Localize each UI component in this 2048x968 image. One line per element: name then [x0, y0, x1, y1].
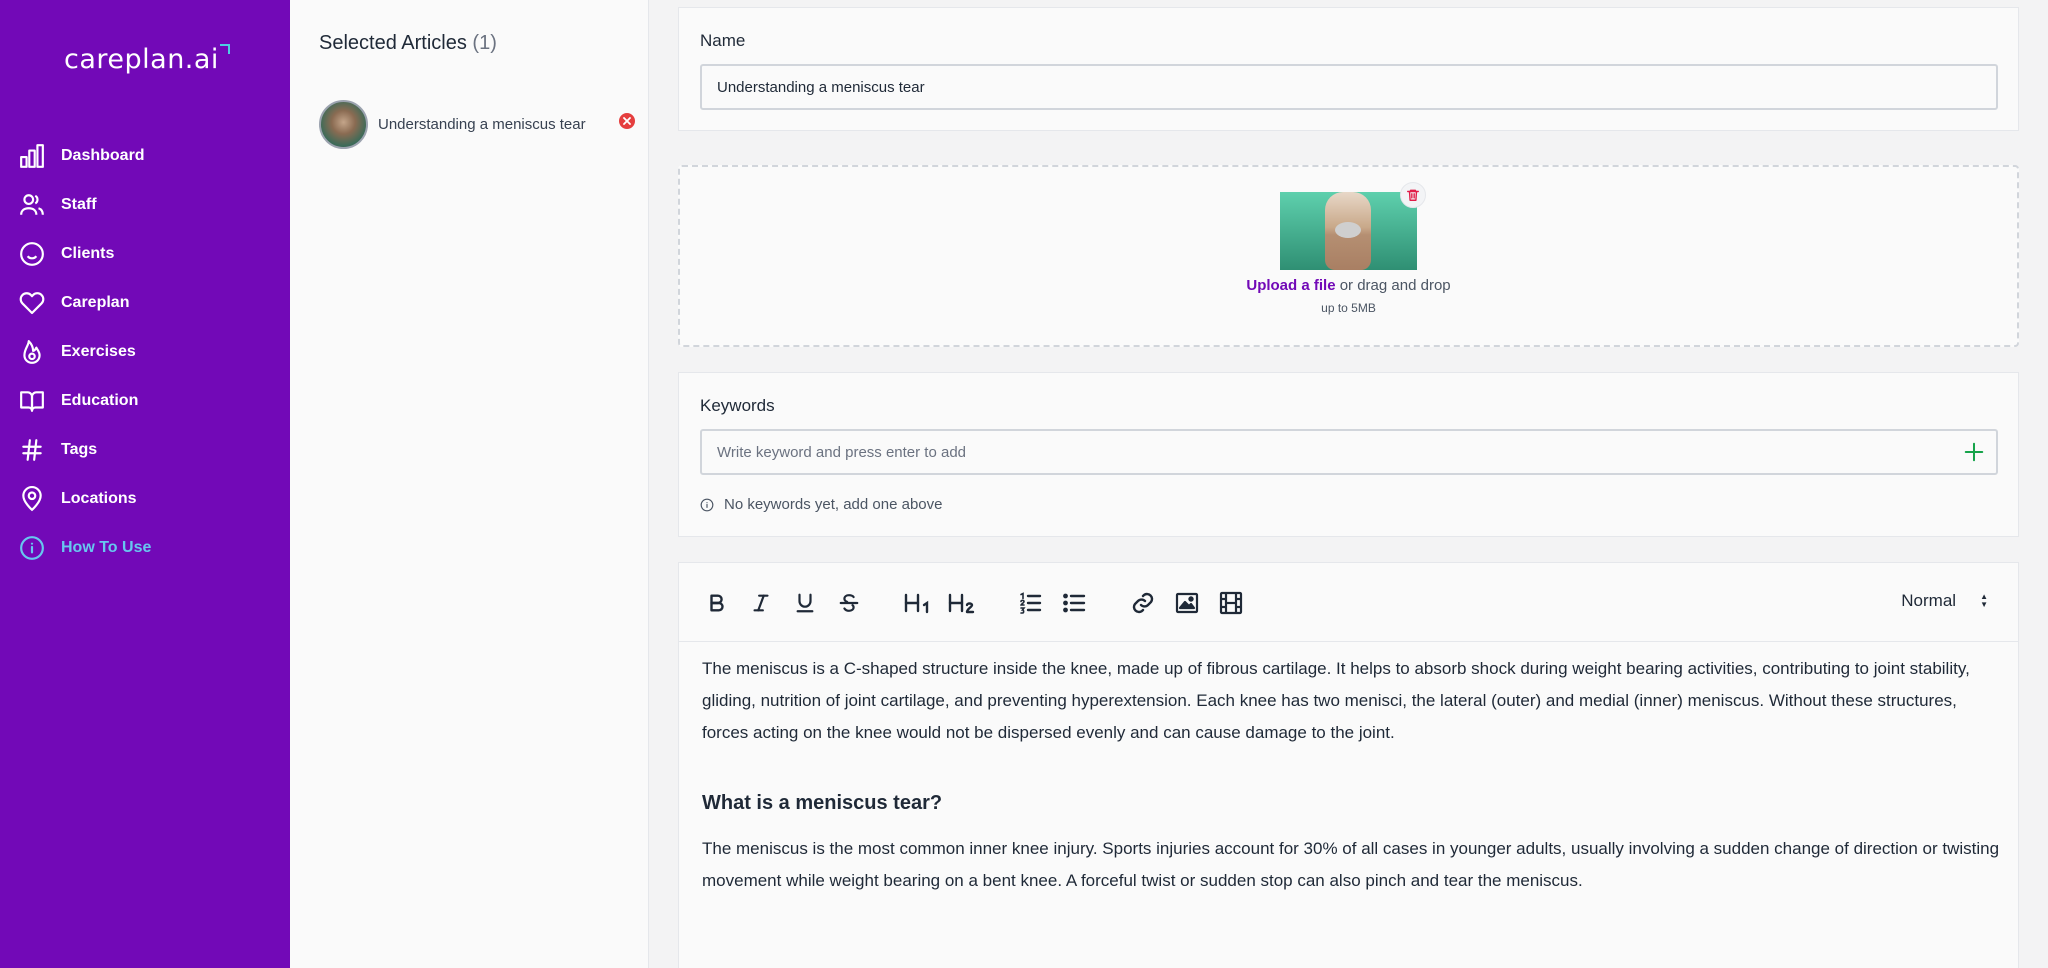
video-icon: [1219, 591, 1243, 615]
rich-text-editor: Normal ▲ ▼ The meniscus is a C-shaped str…: [678, 562, 2019, 968]
image-icon: [1175, 592, 1199, 614]
bold-button[interactable]: [703, 589, 731, 617]
sidebar-item-careplan[interactable]: Careplan: [18, 288, 129, 318]
heading-2-icon: [948, 593, 975, 614]
editor-paragraph: The meniscus is a C-shaped structure ins…: [702, 659, 1970, 742]
bold-icon: [710, 594, 724, 612]
editor-toolbar: Normal ▲ ▼: [679, 563, 2018, 642]
logo-mark-icon: [219, 44, 230, 54]
heading-1-button[interactable]: [901, 589, 935, 617]
insert-image-button[interactable]: [1173, 589, 1201, 617]
link-icon: [1132, 592, 1154, 614]
sidebar-item-tags[interactable]: Tags: [18, 435, 97, 465]
info-circle-icon: [18, 534, 46, 562]
sidebar-item-label: Education: [61, 392, 139, 409]
sidebar: careplan.ai Dashboard Staff Clients Care…: [0, 0, 290, 968]
plus-icon: [1964, 442, 1984, 462]
keywords-empty-hint: No keywords yet, add one above: [700, 496, 942, 513]
info-icon: [700, 498, 714, 511]
close-icon: [623, 117, 631, 125]
keyword-input-placeholder: Write keyword and press enter to add: [717, 443, 967, 461]
italic-button[interactable]: [747, 589, 775, 617]
selected-articles-count: (1): [472, 32, 497, 54]
editor-heading: What is a meniscus tear?: [702, 792, 943, 814]
insert-video-button[interactable]: [1217, 589, 1245, 617]
sidebar-item-dashboard[interactable]: Dashboard: [18, 141, 145, 171]
sidebar-item-label: Exercises: [61, 343, 136, 360]
strikethrough-button[interactable]: [835, 589, 863, 617]
sidebar-item-label: Dashboard: [61, 147, 145, 164]
selected-articles-heading: Selected Articles: [319, 32, 467, 54]
sidebar-item-label: Tags: [61, 441, 98, 458]
uploaded-image-preview: [1280, 192, 1417, 270]
selected-articles-panel: Selected Articles (1) Understanding a me…: [290, 0, 649, 968]
sidebar-item-education[interactable]: Education: [18, 386, 138, 416]
bullet-list-icon: [1063, 593, 1086, 613]
sidebar-item-how-to-use[interactable]: How To Use: [18, 533, 151, 563]
italic-icon: [753, 594, 769, 612]
name-label: Name: [700, 31, 746, 50]
app-logo[interactable]: careplan.ai: [64, 44, 230, 75]
flame-icon: [18, 338, 46, 366]
sidebar-item-label: Clients: [61, 245, 115, 262]
heading-1-icon: [904, 593, 929, 614]
sidebar-item-label: Careplan: [61, 294, 130, 311]
sidebar-item-clients[interactable]: Clients: [18, 239, 114, 269]
remove-article-button[interactable]: [619, 113, 635, 129]
users-icon: [18, 191, 46, 219]
article-thumbnail: [319, 100, 368, 149]
text-style-value: Normal: [1901, 591, 1957, 610]
name-card: Name Understanding a meniscus tear: [678, 7, 2019, 131]
sidebar-item-staff[interactable]: Staff: [18, 190, 97, 220]
add-keyword-button[interactable]: [1962, 440, 1986, 464]
underline-icon: [796, 593, 814, 613]
dashboard-icon: [18, 142, 46, 170]
upload-instructions: Upload a file or drag and drop: [680, 277, 2017, 294]
heart-icon: [18, 289, 46, 317]
upload-file-link[interactable]: Upload a file: [1246, 277, 1335, 294]
bullet-list-button[interactable]: [1060, 589, 1088, 617]
sidebar-item-label: Staff: [61, 196, 97, 213]
insert-link-button[interactable]: [1129, 589, 1157, 617]
keywords-label: Keywords: [700, 396, 775, 415]
delete-image-button[interactable]: [1400, 182, 1426, 208]
book-icon: [18, 387, 46, 415]
editor-paragraph: The meniscus is the most common inner kn…: [702, 839, 2000, 890]
sidebar-item-exercises[interactable]: Exercises: [18, 337, 136, 367]
selected-article-item[interactable]: Understanding a meniscus tear: [319, 100, 586, 149]
keywords-empty-text: No keywords yet, add one above: [724, 496, 943, 513]
sidebar-item-locations[interactable]: Locations: [18, 484, 137, 514]
ordered-list-button[interactable]: [1016, 589, 1044, 617]
sidebar-item-label: How To Use: [61, 539, 152, 556]
upload-drag-text: or drag and drop: [1335, 277, 1451, 294]
editor-content[interactable]: The meniscus is a C-shaped structure ins…: [702, 653, 2002, 935]
location-pin-icon: [18, 485, 46, 513]
upload-size-note: up to 5MB: [1321, 301, 1376, 315]
underline-button[interactable]: [791, 589, 819, 617]
article-title: Understanding a meniscus tear: [378, 116, 586, 133]
smile-icon: [18, 240, 46, 268]
text-style-select[interactable]: Normal ▲ ▼: [1901, 591, 1988, 611]
trash-icon: [1407, 189, 1419, 201]
selected-articles-title: Selected Articles (1): [319, 32, 497, 55]
strikethrough-icon: [839, 594, 859, 612]
app-logo-text: careplan.ai: [64, 44, 219, 75]
heading-2-button[interactable]: [945, 589, 979, 617]
select-arrows-icon: ▲ ▼: [1980, 592, 1988, 609]
keywords-card: Keywords Write keyword and press enter t…: [678, 372, 2019, 537]
name-input[interactable]: Understanding a meniscus tear: [700, 64, 1998, 110]
file-upload-dropzone[interactable]: Upload a file or drag and drop up to 5MB: [678, 165, 2019, 347]
hashtag-icon: [18, 436, 46, 464]
keyword-input[interactable]: Write keyword and press enter to add: [700, 429, 1998, 475]
sidebar-item-label: Locations: [61, 490, 137, 507]
ordered-list-icon: [1020, 592, 1042, 614]
name-input-value: Understanding a meniscus tear: [717, 78, 925, 96]
